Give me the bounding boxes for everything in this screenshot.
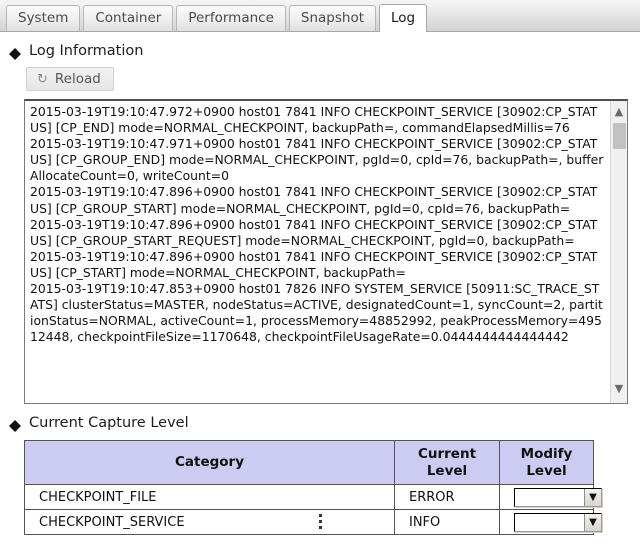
vertical-dots-grip-icon[interactable]: [0, 514, 640, 529]
cell-modify-level: ▼: [500, 485, 594, 510]
column-header-current-level: Current Level: [395, 441, 500, 485]
modify-level-select[interactable]: ▼: [514, 488, 602, 507]
tab-container[interactable]: Container: [83, 5, 173, 31]
tab-system[interactable]: System: [6, 5, 80, 31]
chevron-down-icon: ▼: [584, 489, 601, 506]
reload-button-label: Reload: [55, 71, 101, 87]
reload-button[interactable]: ↻ Reload: [26, 67, 114, 91]
log-information-title: Log Information: [29, 43, 143, 59]
log-text-content[interactable]: 2015-03-19T19:10:47.972+0900 host01 7841…: [25, 101, 610, 403]
diamond-bullet-icon: [9, 42, 21, 54]
column-header-modify-level: Modify Level: [500, 441, 594, 485]
page-content: Log Information ↻ Reload 2015-03-19T19:1…: [0, 43, 640, 535]
column-header-category: Category: [25, 441, 395, 485]
log-output-panel: 2015-03-19T19:10:47.972+0900 host01 7841…: [24, 99, 628, 404]
tab-strip: System Container Performance Snapshot Lo…: [0, 0, 640, 32]
chevron-down-icon[interactable]: ▼: [611, 380, 627, 397]
table-row: CHECKPOINT_FILE ERROR ▼: [25, 485, 594, 510]
tab-performance[interactable]: Performance: [176, 5, 286, 31]
tab-snapshot[interactable]: Snapshot: [289, 5, 376, 31]
modify-level-line1: Modify: [501, 446, 592, 463]
log-information-heading: Log Information: [9, 43, 640, 59]
log-toolbar: ↻ Reload: [26, 67, 640, 91]
modify-level-line2: Level: [501, 463, 592, 480]
cell-current-level: ERROR: [395, 485, 500, 510]
current-level-line1: Current: [396, 446, 498, 463]
tab-log[interactable]: Log: [379, 4, 427, 32]
current-level-line2: Level: [396, 463, 498, 480]
current-capture-level-title: Current Capture Level: [29, 415, 189, 431]
log-scrollbar[interactable]: ▲ ▼: [610, 101, 627, 403]
scrollbar-thumb[interactable]: [613, 123, 626, 149]
diamond-bullet-icon: [9, 414, 21, 426]
current-capture-level-heading: Current Capture Level: [9, 415, 640, 431]
cell-category: CHECKPOINT_FILE: [25, 485, 395, 510]
table-header-row: Category Current Level Modify Level: [25, 441, 594, 485]
refresh-icon: ↻: [37, 73, 48, 86]
chevron-up-icon[interactable]: ▲: [611, 103, 627, 120]
